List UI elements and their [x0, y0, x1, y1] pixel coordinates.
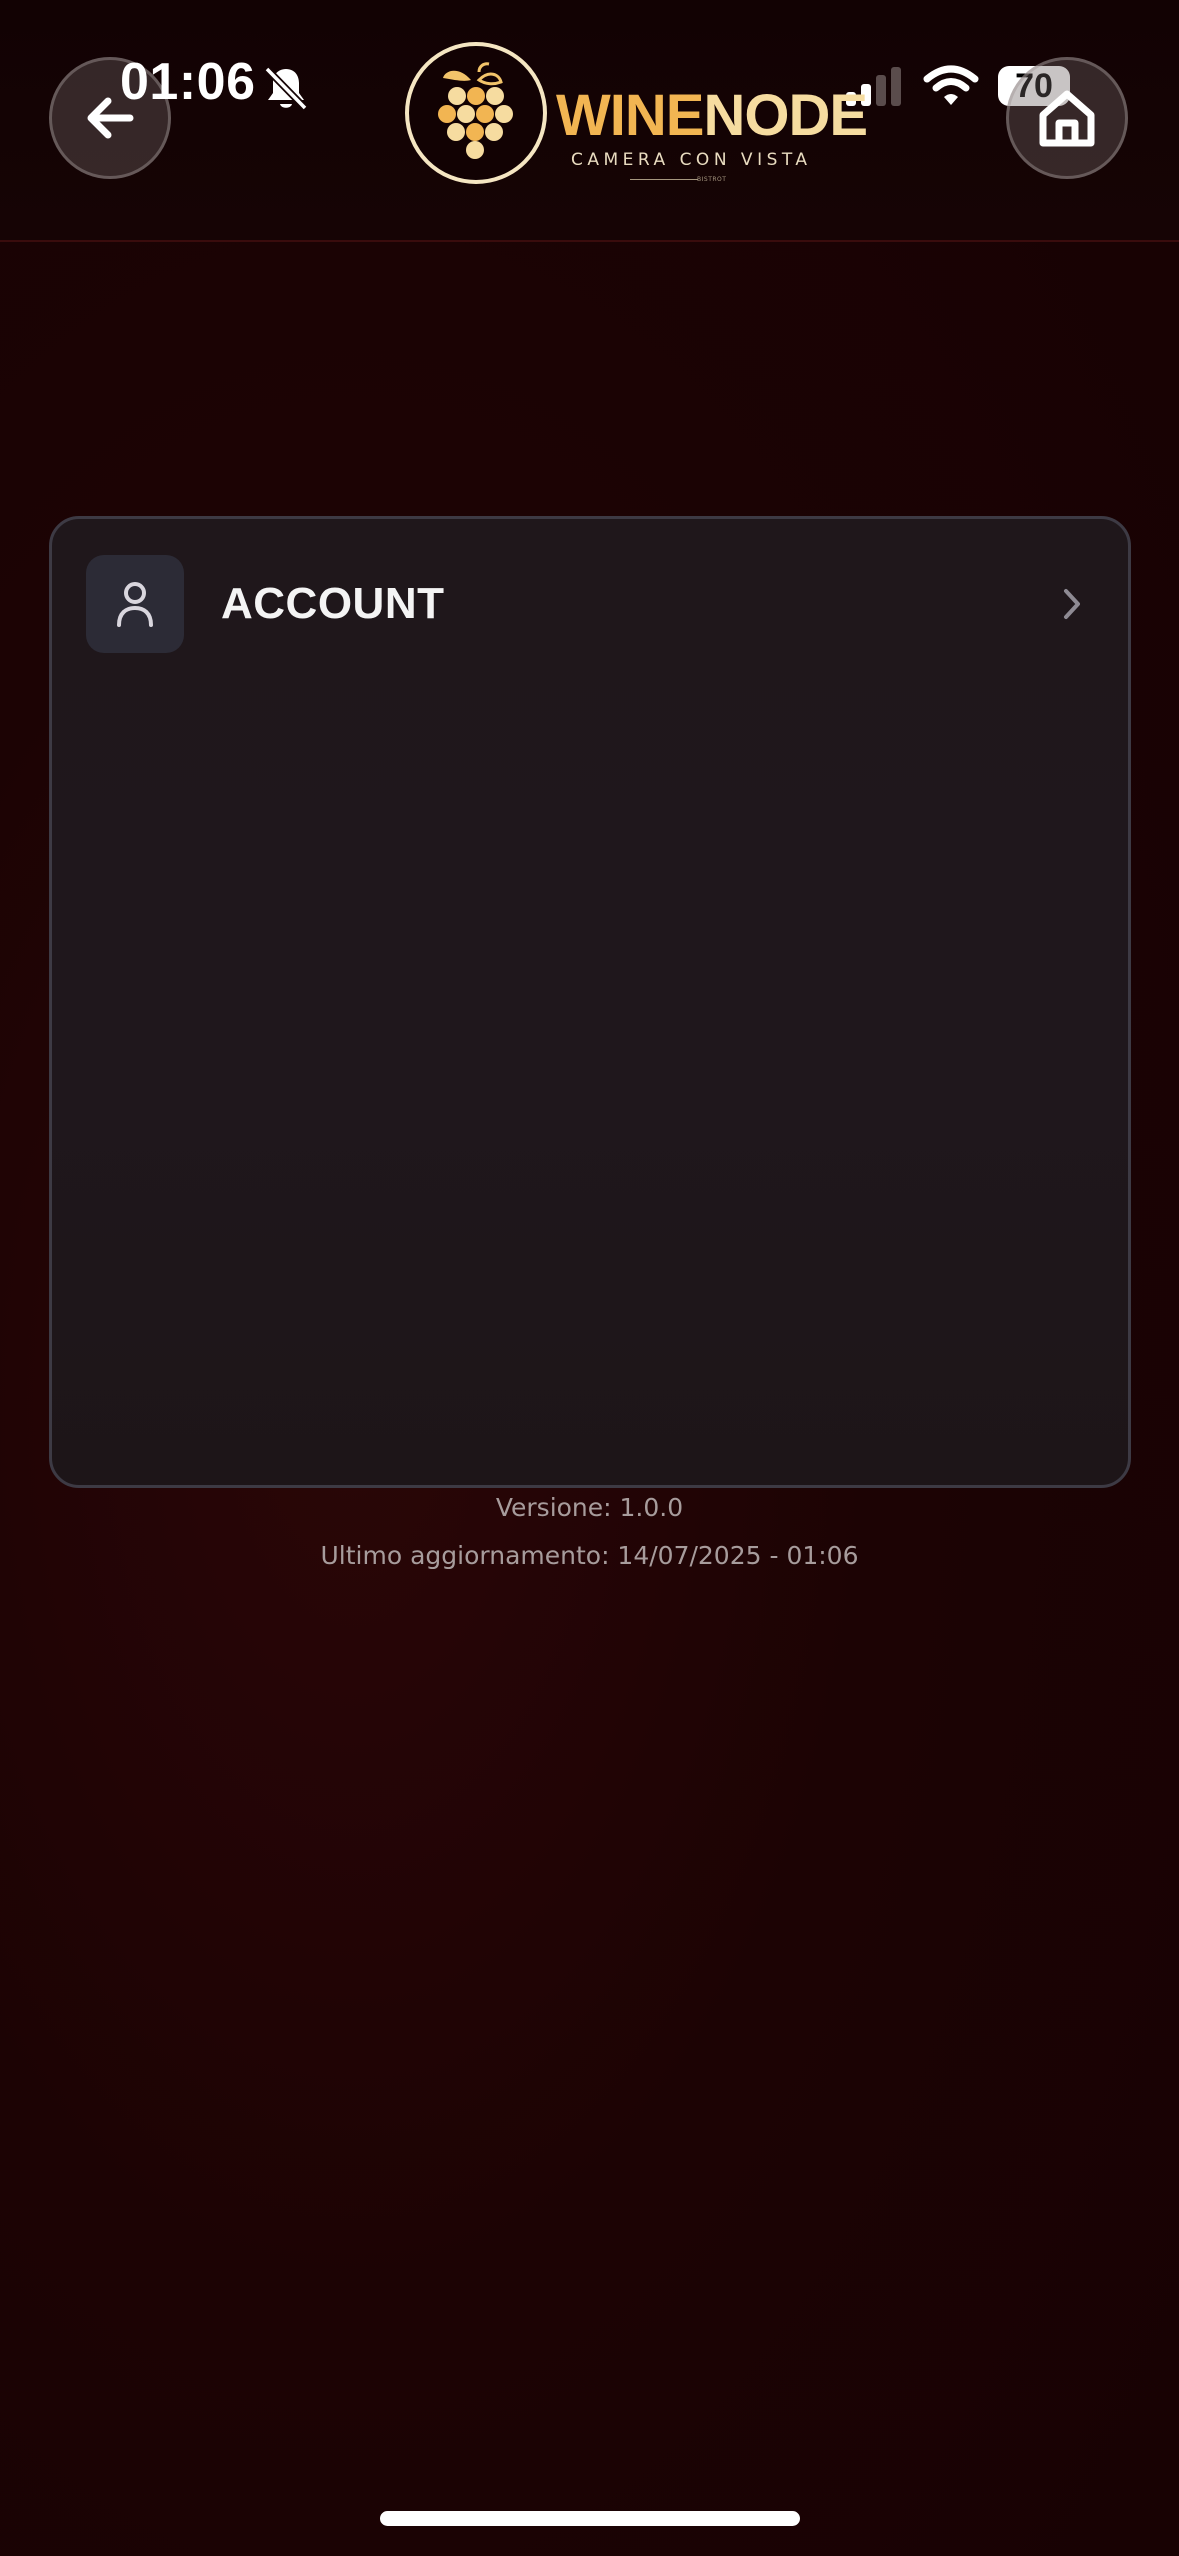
app-version: Versione: 1.0.0	[495, 1493, 684, 1522]
app-header: 01:06 70 WINENODE CAMERA CON VISTA BISTR…	[0, 0, 1179, 242]
brand-name-part1: WINE	[556, 83, 704, 148]
chevron-right-icon	[1064, 589, 1080, 619]
logo-emblem	[405, 42, 547, 184]
account-icon-container	[86, 555, 184, 653]
menu-item-account[interactable]: ACCOUNT	[86, 555, 1096, 653]
tagline-divider	[630, 179, 698, 180]
wifi-icon	[923, 65, 979, 105]
menu-item-label: ACCOUNT	[221, 579, 445, 628]
user-icon	[117, 582, 153, 627]
home-icon	[1039, 90, 1095, 147]
home-button[interactable]	[1006, 57, 1128, 179]
home-indicator[interactable]	[380, 2511, 800, 2526]
brand-tagline: CAMERA CON VISTA	[571, 150, 812, 170]
brand-name-part2: NODE	[703, 83, 868, 148]
brand-small-text: BISTROT	[697, 176, 727, 183]
status-time: 01:06	[120, 53, 256, 111]
brand-name: WINENODE	[556, 83, 868, 148]
last-update-timestamp: Ultimo aggiornamento: 14/07/2025 - 01:06	[320, 1541, 859, 1570]
settings-card: ACCOUNT	[49, 516, 1131, 1488]
grapes-icon	[438, 62, 513, 159]
bell-slash-icon	[264, 66, 308, 111]
